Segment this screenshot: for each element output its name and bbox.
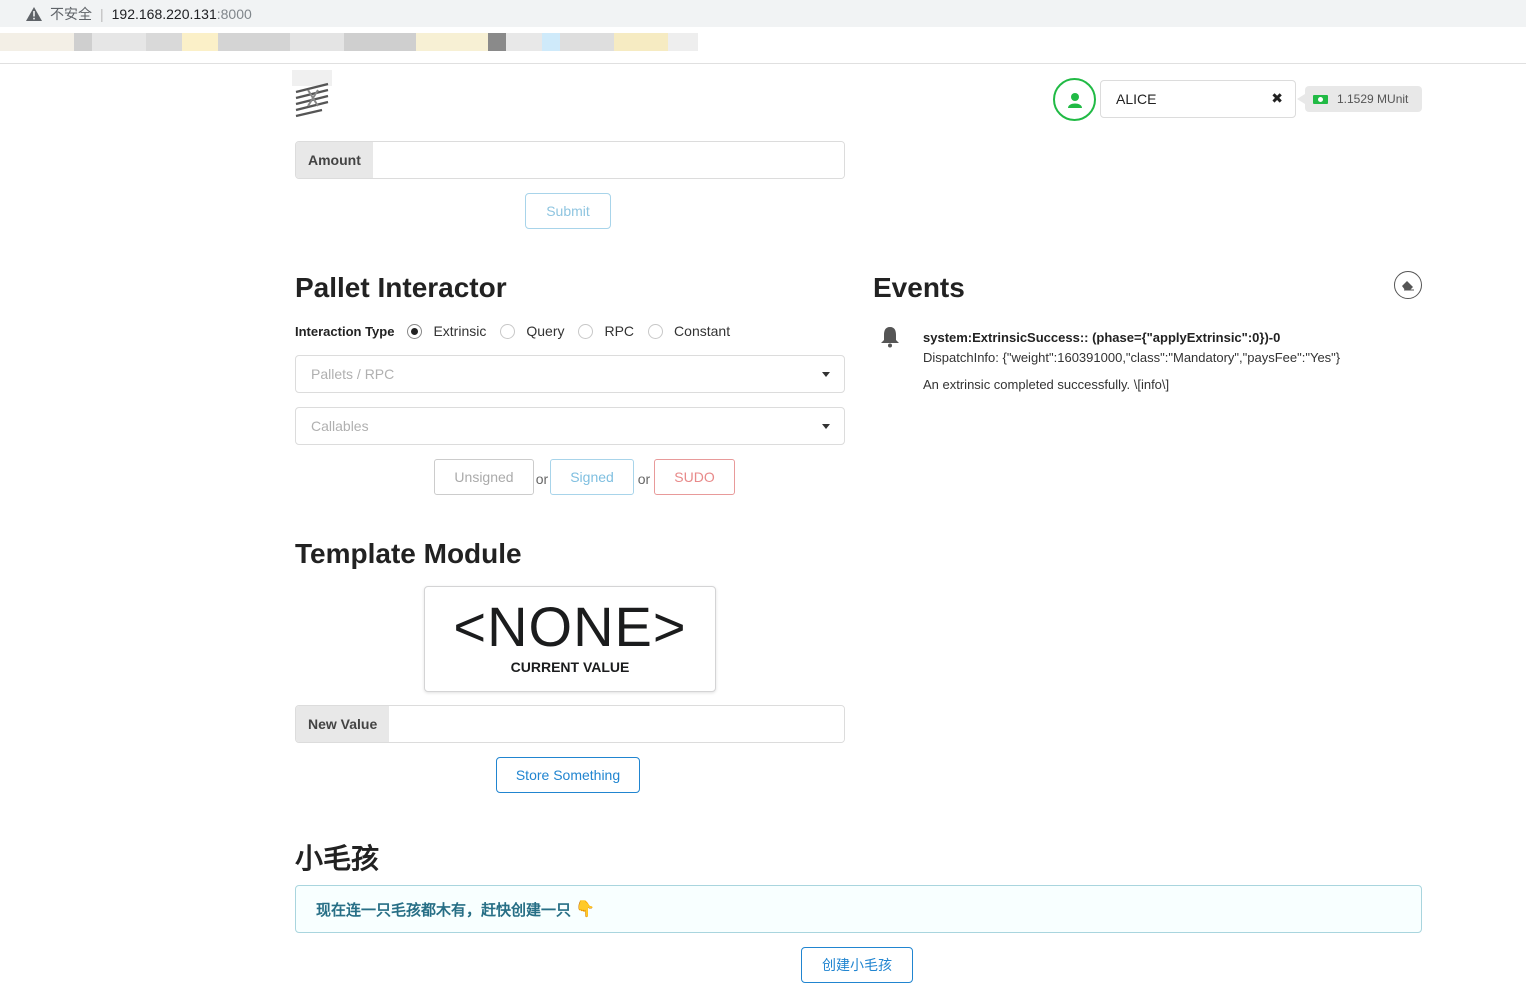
account-select[interactable]: ALICE ✖ [1100, 80, 1296, 118]
kitties-empty-message: 现在连一只毛孩都木有，赶快创建一只 👇 [295, 885, 1422, 933]
eraser-icon [1402, 281, 1414, 291]
bookmark-blur[interactable] [92, 33, 146, 51]
bookmark-blur[interactable] [416, 33, 488, 51]
bookmark-blur[interactable] [74, 33, 92, 51]
bookmark-blur[interactable] [542, 33, 560, 51]
bookmark-blur[interactable] [344, 33, 416, 51]
new-value-input[interactable] [389, 706, 844, 742]
event-title: system:ExtrinsicSuccess:: (phase={"apply… [923, 330, 1281, 345]
hand-pointing-down-icon: 👇 [575, 901, 595, 918]
logo[interactable] [292, 70, 332, 120]
sudo-button[interactable]: SUDO [654, 459, 735, 495]
or-separator: or [535, 471, 549, 487]
interaction-type-label: Interaction Type [295, 323, 395, 339]
amount-input-group: Amount [295, 141, 845, 179]
pallets-placeholder: Pallets / RPC [311, 366, 395, 382]
radio-query[interactable]: Query [500, 323, 564, 339]
bell-icon [881, 327, 899, 348]
radio-extrinsic[interactable]: Extrinsic [407, 323, 486, 339]
new-value-label: New Value [296, 706, 390, 742]
account-name: ALICE [1116, 91, 1157, 107]
new-value-input-group: New Value [295, 705, 845, 743]
address-bar[interactable]: 不安全 | 192.168.220.131 :8000 [0, 0, 1526, 27]
radio-label: Query [526, 323, 565, 339]
bookmark-blur[interactable] [0, 33, 74, 51]
radio-rpc[interactable]: RPC [578, 323, 634, 339]
signed-button[interactable]: Signed [550, 459, 634, 495]
callables-dropdown[interactable]: Callables [295, 407, 845, 445]
interaction-type-group: Interaction Type Extrinsic Query RPC Con… [295, 321, 744, 341]
balance-value: 1.1529 MUnit [1337, 92, 1409, 106]
bookmark-blur[interactable] [506, 33, 542, 51]
amount-label: Amount [296, 142, 373, 178]
address-port: :8000 [216, 5, 252, 22]
callables-placeholder: Callables [311, 418, 369, 434]
current-value-label: CURRENT VALUE [510, 659, 630, 675]
radio-button[interactable] [500, 323, 516, 339]
bookmark-blur[interactable] [218, 33, 290, 51]
pallets-dropdown[interactable]: Pallets / RPC [295, 355, 845, 393]
radio-button[interactable] [578, 323, 594, 339]
pallet-interactor-title: Pallet Interactor [295, 272, 507, 303]
kitties-title: 小毛孩 [295, 843, 380, 874]
bookmark-blur[interactable] [182, 33, 218, 51]
insecure-label: 不安全 [50, 5, 92, 22]
close-icon[interactable]: ✖ [1271, 90, 1283, 107]
radio-constant[interactable]: Constant [648, 323, 730, 339]
address-host: 192.168.220.131 [111, 5, 217, 22]
bookmark-blur[interactable] [488, 33, 506, 51]
bookmark-blur[interactable] [560, 33, 614, 51]
radio-button[interactable] [407, 323, 423, 339]
bookmarks-bar [0, 27, 1526, 64]
transaction-buttons: Unsigned or Signed or SUDO [434, 459, 735, 495]
money-icon [1313, 94, 1328, 104]
current-value: <NONE> [453, 595, 687, 658]
chevron-down-icon [822, 372, 830, 377]
balance-label: 1.1529 MUnit [1297, 86, 1422, 112]
clear-events-button[interactable] [1394, 271, 1422, 299]
radio-button[interactable] [648, 323, 664, 339]
event-description: An extrinsic completed successfully. \[i… [923, 377, 1170, 392]
bookmark-blur[interactable] [614, 33, 668, 51]
account-avatar-button[interactable] [1053, 78, 1096, 121]
create-kitty-button[interactable]: 创建小毛孩 [801, 947, 913, 983]
or-separator: or [637, 471, 651, 487]
event-detail: DispatchInfo: {"weight":160391000,"class… [923, 350, 1341, 365]
radio-label: RPC [604, 323, 635, 339]
template-module-title: Template Module [295, 538, 522, 569]
bookmark-blur[interactable] [146, 33, 182, 51]
unsigned-button[interactable]: Unsigned [434, 459, 534, 495]
amount-input[interactable] [372, 142, 844, 178]
store-something-button[interactable]: Store Something [496, 757, 640, 793]
radio-label: Extrinsic [433, 323, 487, 339]
submit-button[interactable]: Submit [525, 193, 611, 229]
radio-label: Constant [674, 323, 731, 339]
kitties-empty-text: 现在连一只毛孩都木有，赶快创建一只 [316, 901, 572, 919]
warning-icon [26, 6, 42, 21]
events-title: Events [873, 272, 965, 303]
current-value-card: <NONE> CURRENT VALUE [424, 586, 716, 692]
user-icon [1067, 92, 1082, 108]
address-separator: | [100, 5, 104, 22]
bookmark-blur[interactable] [668, 33, 698, 51]
bookmark-blur[interactable] [290, 33, 344, 51]
chevron-down-icon [822, 424, 830, 429]
